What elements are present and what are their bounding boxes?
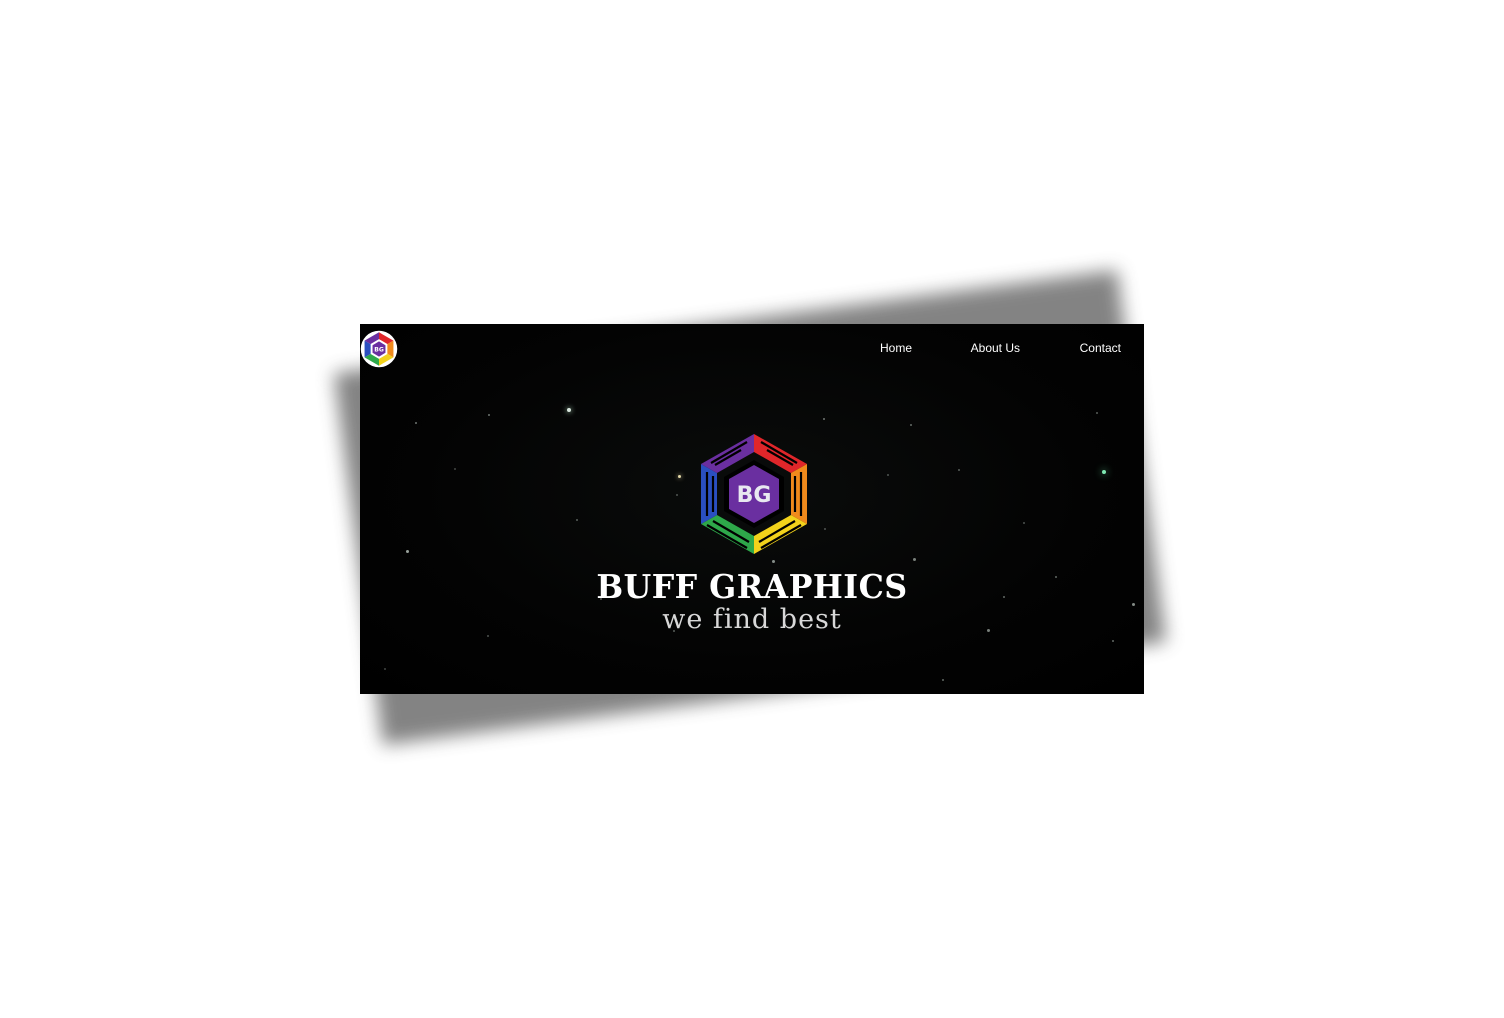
star	[406, 550, 409, 553]
star	[567, 408, 571, 412]
star	[384, 668, 386, 670]
brand-tagline: we find best	[662, 604, 842, 635]
star	[676, 494, 678, 496]
star	[913, 558, 916, 561]
star	[887, 474, 889, 476]
nav-link-home[interactable]: Home	[880, 341, 912, 355]
star	[576, 519, 578, 521]
star	[824, 528, 826, 530]
star	[415, 422, 417, 424]
bg-hexagon-logo-icon[interactable]: BG	[360, 330, 398, 368]
star	[942, 679, 944, 681]
star	[1112, 640, 1114, 642]
hero-logo-monogram: BG	[737, 483, 772, 508]
bg-hexagon-logo-icon: BG	[701, 434, 807, 554]
star	[454, 468, 456, 470]
star	[958, 469, 960, 471]
star	[487, 635, 489, 637]
star	[1096, 412, 1098, 414]
website-screenshot: BG Home About Us Contact BG BUFF GRAPHIC…	[360, 324, 1144, 694]
star	[823, 418, 825, 420]
page-canvas: BG Home About Us Contact BG BUFF GRAPHIC…	[0, 0, 1504, 1018]
star	[1102, 470, 1106, 474]
star	[1023, 522, 1025, 524]
star	[488, 414, 490, 416]
star	[678, 475, 681, 478]
nav-link-contact[interactable]: Contact	[1080, 341, 1121, 355]
brand-title: BUFF GRAPHICS	[596, 567, 908, 606]
nav-link-about-us[interactable]: About Us	[971, 341, 1020, 355]
nav-logo-monogram: BG	[374, 346, 384, 353]
star	[772, 560, 775, 563]
star	[910, 424, 912, 426]
